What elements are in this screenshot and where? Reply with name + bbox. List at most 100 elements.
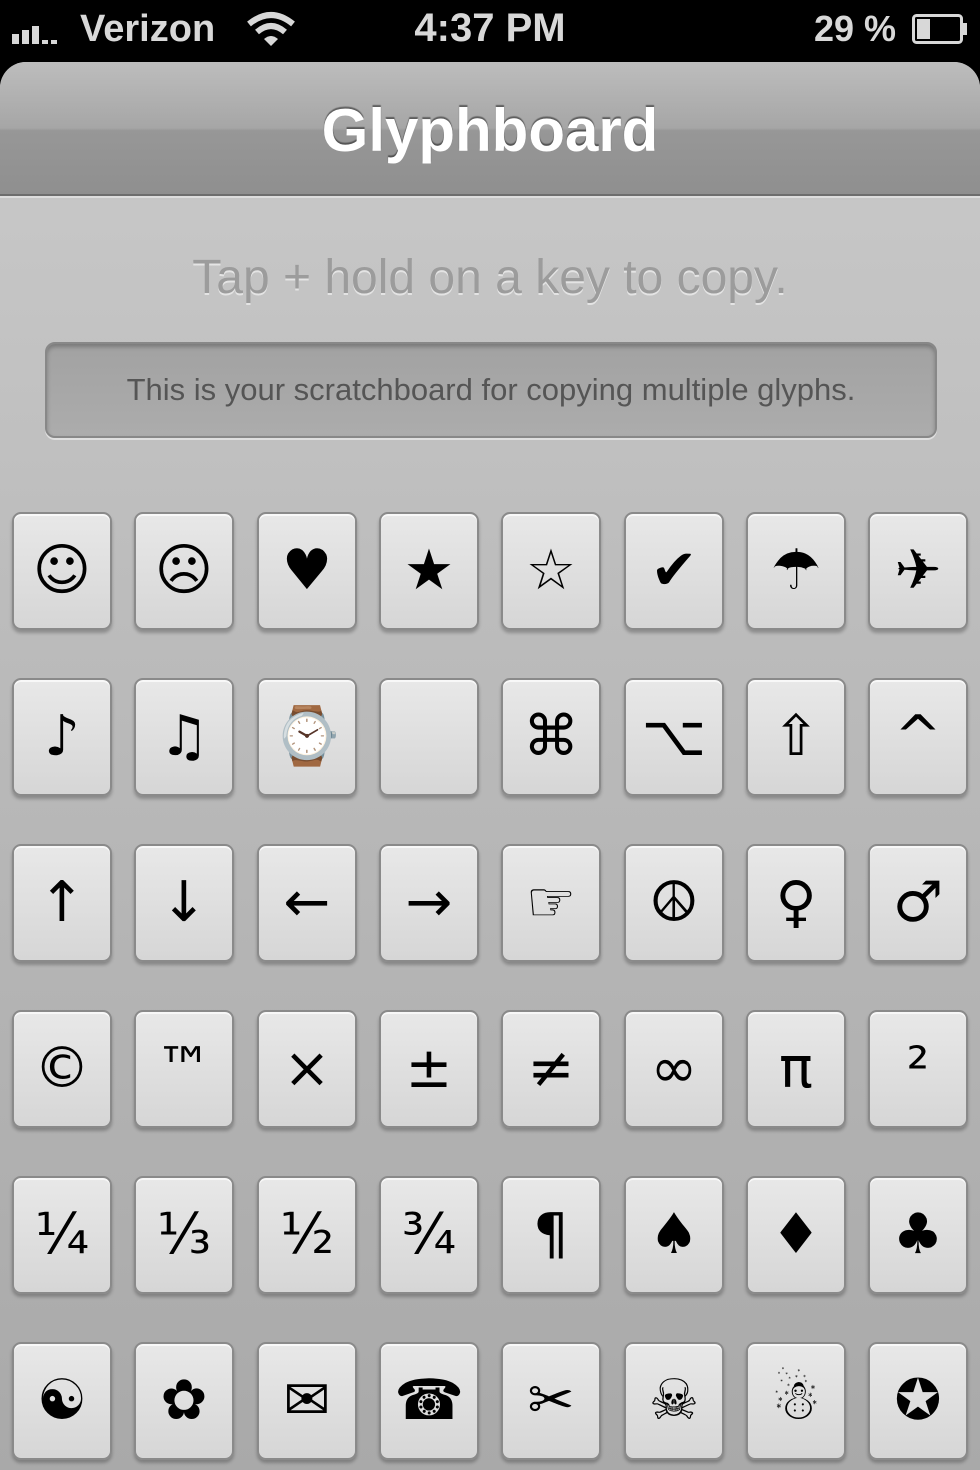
glyph-key-snowman[interactable]: ☃ bbox=[746, 1342, 846, 1460]
glyph-key-spade[interactable]: ♠ bbox=[624, 1176, 724, 1294]
one-half-icon: ½ bbox=[279, 1202, 335, 1267]
glyph-key-multiplication[interactable]: × bbox=[257, 1010, 357, 1128]
pointing-hand-icon: ☞ bbox=[525, 870, 577, 935]
glyph-key-caret[interactable]: ^ bbox=[868, 678, 968, 796]
smiley-face-icon: ☺ bbox=[32, 538, 92, 603]
command-key-icon: ⌘ bbox=[523, 704, 579, 769]
page-title: Glyphboard bbox=[321, 97, 659, 164]
glyph-key-male-sign[interactable]: ♂ bbox=[868, 844, 968, 962]
superscript-two-icon: ² bbox=[906, 1036, 930, 1101]
glyph-key-check-mark[interactable]: ✔ bbox=[624, 512, 724, 630]
yin-yang-icon: ☯ bbox=[36, 1368, 88, 1433]
battery-icon bbox=[912, 14, 967, 44]
glyph-key-copyright[interactable]: © bbox=[12, 1010, 112, 1128]
glyph-key-option-key[interactable]: ⌥ bbox=[624, 678, 724, 796]
glyph-key-flower[interactable]: ✿ bbox=[134, 1342, 234, 1460]
three-quarters-icon: ¾ bbox=[401, 1202, 457, 1267]
glyph-key-one-quarter[interactable]: ¼ bbox=[12, 1176, 112, 1294]
instruction-text: Tap + hold on a key to copy. bbox=[192, 251, 788, 304]
pilcrow-icon: ¶ bbox=[533, 1202, 569, 1267]
spade-icon: ♠ bbox=[648, 1202, 700, 1267]
heart-icon: ♥ bbox=[281, 538, 333, 603]
eighth-note-icon: ♪ bbox=[44, 704, 80, 769]
glyph-key-smiley-face[interactable]: ☺ bbox=[12, 512, 112, 630]
telephone-icon: ☎ bbox=[394, 1368, 464, 1433]
scratchboard-field[interactable]: This is your scratchboard for copying mu… bbox=[45, 342, 937, 438]
plus-minus-icon: ± bbox=[405, 1036, 453, 1101]
app-window: Glyphboard Tap + hold on a key to copy. … bbox=[0, 62, 980, 1470]
navigation-bar: Glyphboard bbox=[0, 62, 980, 196]
envelope-icon: ✉ bbox=[283, 1368, 331, 1433]
glyph-key-shift-arrow[interactable]: ⇧ bbox=[746, 678, 846, 796]
glyph-key-down-arrow[interactable]: ↓ bbox=[134, 844, 234, 962]
female-sign-icon: ♀ bbox=[775, 870, 817, 935]
glyph-key-trademark[interactable]: ™ bbox=[134, 1010, 234, 1128]
glyph-key-watch[interactable]: ⌚ bbox=[257, 678, 357, 796]
glyph-key-peace-sign[interactable]: ☮ bbox=[624, 844, 724, 962]
trademark-icon: ™ bbox=[156, 1036, 212, 1101]
club-icon: ♣ bbox=[892, 1202, 944, 1267]
white-star-icon: ☆ bbox=[525, 538, 577, 603]
glyph-key-pi[interactable]: π bbox=[746, 1010, 846, 1128]
copyright-icon: © bbox=[34, 1036, 90, 1101]
glyph-key-up-arrow[interactable]: ↑ bbox=[12, 844, 112, 962]
glyph-key-pilcrow[interactable]: ¶ bbox=[501, 1176, 601, 1294]
one-quarter-icon: ¼ bbox=[34, 1202, 90, 1267]
glyph-key-heart[interactable]: ♥ bbox=[257, 512, 357, 630]
flower-icon: ✿ bbox=[160, 1368, 208, 1433]
glyph-key-envelope[interactable]: ✉ bbox=[257, 1342, 357, 1460]
watch-icon: ⌚ bbox=[272, 704, 342, 769]
male-sign-icon: ♂ bbox=[892, 870, 944, 935]
airplane-icon: ✈ bbox=[894, 538, 942, 603]
glyph-key-command-key[interactable]: ⌘ bbox=[501, 678, 601, 796]
glyph-key-white-star[interactable]: ☆ bbox=[501, 512, 601, 630]
glyph-key-female-sign[interactable]: ♀ bbox=[746, 844, 846, 962]
glyph-key-scissors[interactable]: ✂ bbox=[501, 1342, 601, 1460]
multiplication-icon: × bbox=[283, 1036, 331, 1101]
scissors-icon: ✂ bbox=[527, 1368, 575, 1433]
glyph-key-diamond[interactable]: ♦ bbox=[746, 1176, 846, 1294]
not-equal-icon: ≠ bbox=[527, 1036, 575, 1101]
glyph-key-frowning-face[interactable]: ☹ bbox=[134, 512, 234, 630]
glyph-key-one-half[interactable]: ½ bbox=[257, 1176, 357, 1294]
glyph-key-yin-yang[interactable]: ☯ bbox=[12, 1342, 112, 1460]
glyph-key-apple-logo[interactable] bbox=[379, 678, 479, 796]
glyph-key-superscript-two[interactable]: ² bbox=[868, 1010, 968, 1128]
glyph-key-skull-crossbones[interactable]: ☠ bbox=[624, 1342, 724, 1460]
glyph-key-left-arrow[interactable]: ← bbox=[257, 844, 357, 962]
pi-icon: π bbox=[779, 1036, 813, 1101]
umbrella-icon: ☂ bbox=[770, 538, 822, 603]
option-key-icon: ⌥ bbox=[641, 704, 707, 769]
status-bar: Verizon 4:37 PM 29 % bbox=[0, 0, 980, 62]
circled-star-icon: ✪ bbox=[894, 1368, 942, 1433]
glyph-key-umbrella[interactable]: ☂ bbox=[746, 512, 846, 630]
glyph-key-telephone[interactable]: ☎ bbox=[379, 1342, 479, 1460]
glyph-key-pointing-hand[interactable]: ☞ bbox=[501, 844, 601, 962]
right-arrow-icon: → bbox=[405, 870, 453, 935]
up-arrow-icon: ↑ bbox=[38, 870, 86, 935]
glyph-key-club[interactable]: ♣ bbox=[868, 1176, 968, 1294]
glyph-key-eighth-note[interactable]: ♪ bbox=[12, 678, 112, 796]
peace-sign-icon: ☮ bbox=[648, 870, 700, 935]
check-mark-icon: ✔ bbox=[650, 538, 698, 603]
down-arrow-icon: ↓ bbox=[160, 870, 208, 935]
diamond-icon: ♦ bbox=[770, 1202, 822, 1267]
one-third-icon: ⅓ bbox=[156, 1202, 212, 1267]
skull-crossbones-icon: ☠ bbox=[648, 1368, 700, 1433]
glyph-key-right-arrow[interactable]: → bbox=[379, 844, 479, 962]
glyph-key-black-star[interactable]: ★ bbox=[379, 512, 479, 630]
glyph-key-infinity[interactable]: ∞ bbox=[624, 1010, 724, 1128]
glyph-key-airplane[interactable]: ✈ bbox=[868, 512, 968, 630]
snowman-icon: ☃ bbox=[770, 1368, 822, 1433]
glyph-key-beamed-notes[interactable]: ♫ bbox=[134, 678, 234, 796]
glyph-key-not-equal[interactable]: ≠ bbox=[501, 1010, 601, 1128]
battery-percentage: 29 % bbox=[813, 8, 896, 49]
glyph-key-plus-minus[interactable]: ± bbox=[379, 1010, 479, 1128]
shift-arrow-icon: ⇧ bbox=[772, 704, 820, 769]
infinity-icon: ∞ bbox=[650, 1036, 698, 1101]
black-star-icon: ★ bbox=[403, 538, 455, 603]
glyph-key-three-quarters[interactable]: ¾ bbox=[379, 1176, 479, 1294]
frowning-face-icon: ☹ bbox=[154, 538, 214, 603]
glyph-key-circled-star[interactable]: ✪ bbox=[868, 1342, 968, 1460]
glyph-key-one-third[interactable]: ⅓ bbox=[134, 1176, 234, 1294]
